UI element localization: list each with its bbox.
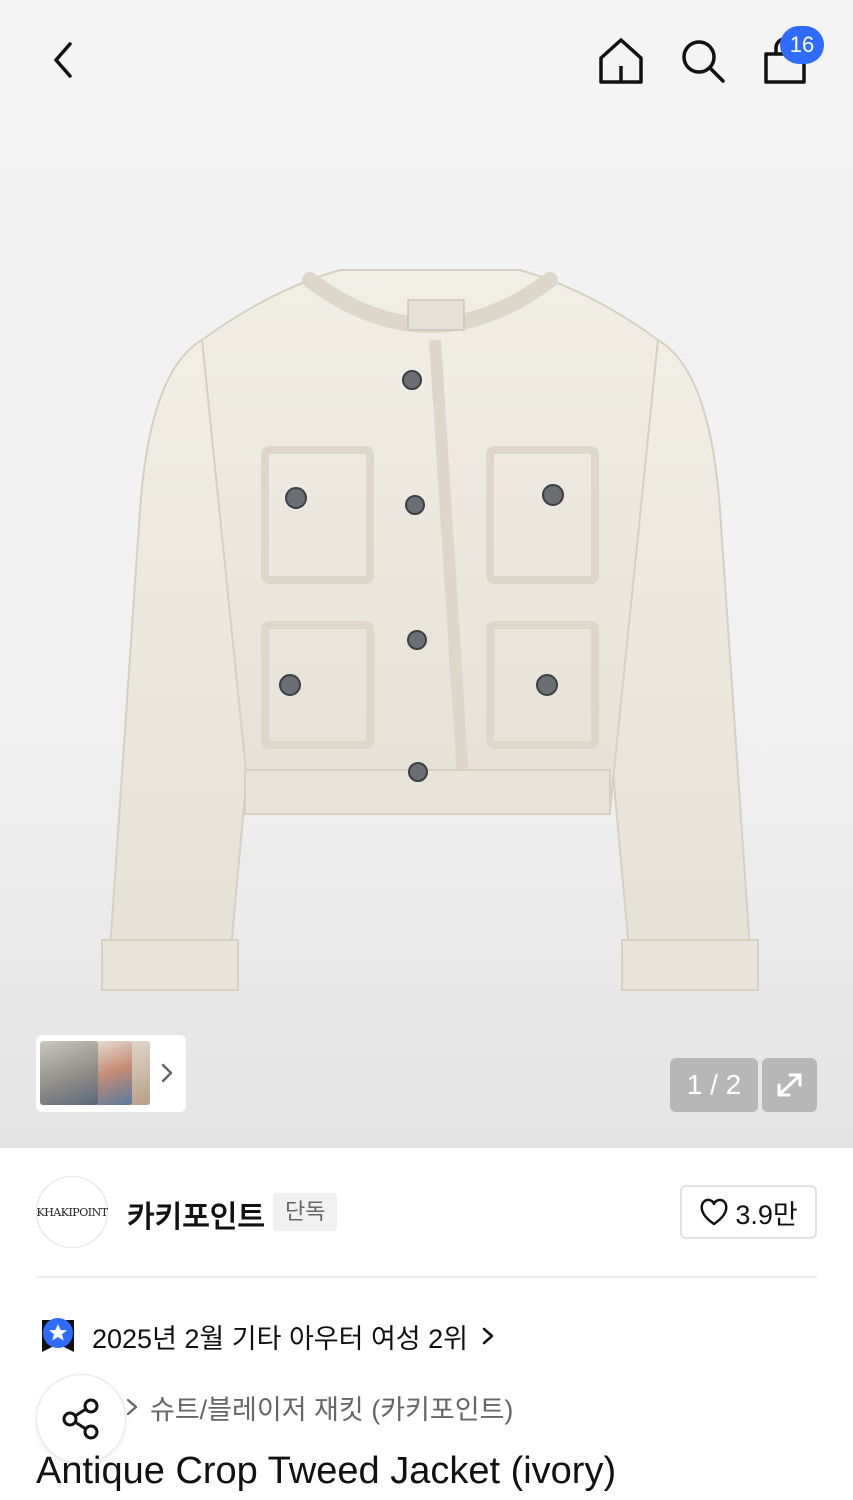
ranking-text: 2025년 2월 기타 아우터 여성 2위 (92, 1323, 469, 1354)
chevron-right-icon (482, 1327, 494, 1345)
brand-name[interactable]: 카키포인트 (127, 1192, 265, 1236)
like-button[interactable]: 3.9만 (680, 1185, 817, 1239)
category-breadcrumb[interactable]: 슈트/블레이저 재킷 (카키포인트) (122, 1386, 513, 1428)
badge-star-icon (42, 1318, 74, 1352)
image-counter: 1 / 2 (670, 1058, 758, 1112)
home-icon (599, 38, 643, 84)
like-count: 3.9만 (735, 1199, 798, 1230)
divider (36, 1276, 817, 1278)
brand-logo[interactable]: KHAKIPOINT (36, 1176, 108, 1248)
cart-count-badge: 16 (780, 26, 824, 64)
search-button[interactable] (676, 34, 730, 88)
chevron-left-icon (54, 42, 72, 78)
back-button[interactable] (38, 34, 90, 86)
home-button[interactable] (594, 34, 648, 88)
category-text: 슈트/블레이저 재킷 (카키포인트) (150, 1394, 514, 1425)
image-thumbnails[interactable] (36, 1035, 186, 1112)
search-icon (682, 40, 725, 83)
top-navigation-bar: 16 (0, 0, 853, 120)
ranking-link[interactable]: 2025년 2월 기타 아우터 여성 2위 (36, 1314, 498, 1358)
expand-button[interactable] (762, 1058, 817, 1112)
heart-icon (700, 1198, 728, 1226)
thumbnail-1[interactable] (40, 1041, 98, 1105)
product-gallery[interactable]: 16 1 / 2 (0, 0, 853, 1148)
product-image[interactable] (90, 250, 770, 1030)
exclusive-tag: 단독 (273, 1193, 338, 1231)
chevron-right-icon (161, 1063, 173, 1083)
product-title: Antique Crop Tweed Jacket (ivory) (36, 1450, 617, 1492)
brand-row: KHAKIPOINT 카키포인트 단독 3.9만 (0, 1148, 853, 1276)
share-icon (62, 1398, 99, 1440)
expand-icon (777, 1073, 802, 1097)
